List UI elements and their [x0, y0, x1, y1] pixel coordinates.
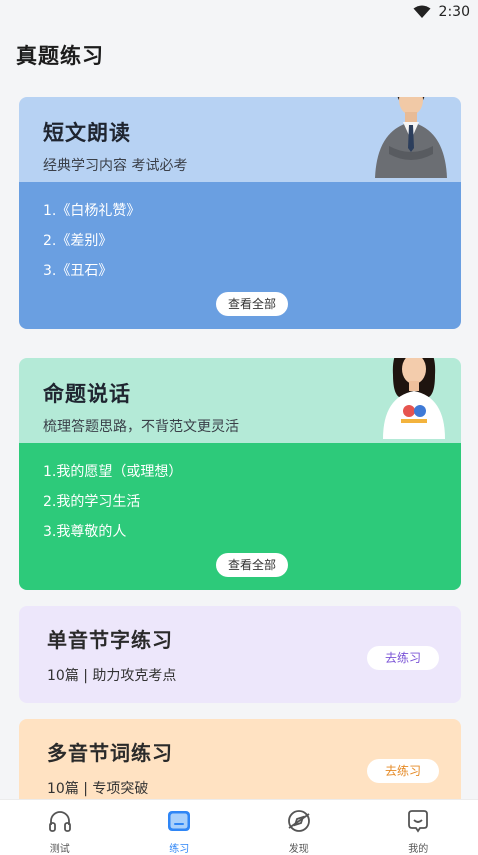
topic-speaking-card-list: 1.我的愿望（或理想） 2.我的学习生活 3.我尊敬的人 查看全部 [19, 443, 461, 590]
reading-item[interactable]: 1.《白杨礼赞》 [43, 196, 461, 226]
compass-icon [286, 808, 312, 838]
status-bar: 2:30 [0, 0, 478, 24]
single-syllable-practice-button[interactable]: 去练习 [367, 646, 439, 670]
reading-card-list: 1.《白杨礼赞》 2.《差别》 3.《丑石》 查看全部 [19, 182, 461, 329]
tab-discover[interactable]: 发现 [239, 800, 359, 855]
topic-item[interactable]: 1.我的愿望（或理想） [43, 457, 461, 487]
tab-test-label: 测试 [49, 844, 70, 855]
topic-speaking-card[interactable]: 命题说话 梳理答题思路，不背范文更灵活 1.我的愿望（或理想） 2.我的学习生活… [19, 358, 461, 590]
tab-practice-label: 练习 [169, 844, 190, 855]
tab-practice[interactable]: 练习 [120, 800, 240, 855]
multi-syllable-practice-button[interactable]: 去练习 [367, 759, 439, 783]
reading-item[interactable]: 3.《丑石》 [43, 256, 461, 286]
tab-test[interactable]: 测试 [0, 800, 120, 855]
bottom-tab-bar: 测试 练习 发现 我的 [0, 799, 478, 855]
reading-item[interactable]: 2.《差别》 [43, 226, 461, 256]
profile-icon [405, 808, 431, 838]
page-title: 真题练习 [16, 44, 104, 68]
topic-item[interactable]: 2.我的学习生活 [43, 487, 461, 517]
headphones-icon [47, 808, 73, 838]
tab-mine-label: 我的 [408, 844, 429, 855]
reading-card[interactable]: 短文朗读 经典学习内容 考试必考 1.《白杨礼赞》 2.《差别》 3.《丑石》 … [19, 97, 461, 329]
reading-card-header: 短文朗读 经典学习内容 考试必考 [19, 97, 461, 182]
tab-mine[interactable]: 我的 [359, 800, 478, 855]
wifi-icon [413, 5, 431, 19]
tab-discover-label: 发现 [288, 844, 309, 855]
practice-icon [166, 808, 192, 838]
topic-item[interactable]: 3.我尊敬的人 [43, 517, 461, 547]
teacher-male-image [371, 97, 449, 182]
view-all-topics-button[interactable]: 查看全部 [216, 553, 288, 577]
teacher-female-image [379, 358, 449, 443]
status-time: 2:30 [438, 4, 470, 20]
single-syllable-practice-card[interactable]: 单音节字练习 10篇 | 助力攻克考点 去练习 [19, 606, 461, 703]
topic-speaking-card-header: 命题说话 梳理答题思路，不背范文更灵活 [19, 358, 461, 443]
view-all-reading-button[interactable]: 查看全部 [216, 292, 288, 316]
